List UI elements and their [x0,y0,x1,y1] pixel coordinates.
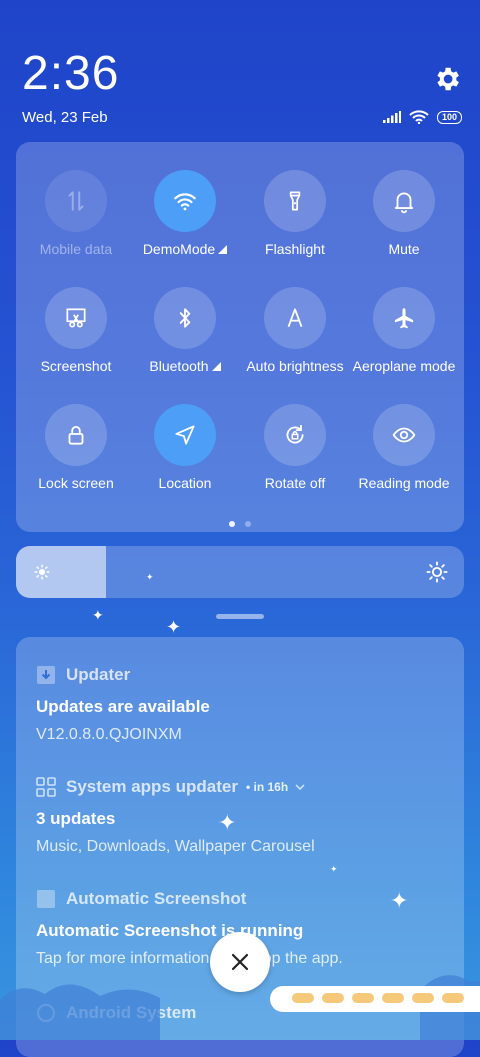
notification-header: Automatic Screenshot [36,889,446,909]
tile-label: Rotate off [264,475,326,491]
wifi-icon [174,193,196,211]
tile-label: Flashlight [265,241,325,257]
mobile-data-icon [68,191,84,211]
clock-date[interactable]: Wed, 23 Feb [22,109,108,126]
app-icon [37,890,55,908]
train-window [412,993,434,1003]
notification-title: Updates are available [36,697,210,716]
brightness-fill [16,546,106,598]
notification-updater[interactable]: Updater Updates are available V12.0.8.0.QJ… [36,665,446,744]
app-name: Updater [66,665,131,684]
brightness-slider[interactable] [16,546,464,598]
tile-label: DemoMode [142,241,216,257]
tile-label: Mobile data [39,241,113,257]
tile-label: Reading mode [358,475,450,491]
notification-header: Updater [36,665,446,685]
clock-time[interactable]: 2:36 [22,48,119,100]
tile-button[interactable] [264,170,326,232]
tile-button[interactable] [373,287,435,349]
sparkle-star: ✦ [146,572,154,582]
notification-body: V12.0.8.0.QJOINXM [36,726,182,743]
bluetooth-icon [179,308,191,328]
app-name: Automatic Screenshot [66,889,247,908]
tile-label: Mute [388,241,420,257]
tile-button[interactable] [154,170,216,232]
train-window [352,993,374,1003]
battery-indicator: 100 [436,110,462,124]
tile-button[interactable] [45,287,107,349]
chevron-down-icon[interactable] [294,782,306,792]
auto-brightness-icon [287,308,303,327]
lock-icon [68,425,84,445]
sparkle-star: ✦ [166,617,182,637]
tile-bluetooth[interactable]: Bluetooth [130,287,240,376]
tile-button[interactable] [45,170,107,232]
tile-label: Lock screen [38,475,114,491]
tile-button[interactable] [154,404,216,466]
expand-caret-icon[interactable] [218,245,228,255]
rotate-lock-icon [286,424,304,444]
notification-system-apps-updater[interactable]: System apps updater • in 16h 3 updates Musi… [36,777,446,856]
tile-aeroplane-mode[interactable]: Aeroplane mode [349,287,459,374]
quick-settings-panel: Mobile data DemoMode Flashlight Mute Screens… [16,142,464,532]
tile-label: Auto brightness [246,358,344,374]
drag-handle[interactable] [216,614,264,619]
close-icon [231,953,249,971]
signal-icon [382,111,401,123]
status-icons: 100 [382,110,462,124]
tile-button[interactable] [373,170,435,232]
airplane-icon [394,308,414,329]
tile-label-row: Bluetooth [130,358,240,376]
wifi-status-icon [409,110,429,124]
tile-mute[interactable]: Mute [349,170,459,257]
brightness-high-icon [426,561,448,583]
app-name: System apps updater [66,777,238,796]
location-icon [175,425,195,445]
train-window [292,993,314,1003]
app-icon [36,777,56,797]
page-dot-1 [229,521,235,527]
close-button[interactable] [210,932,270,992]
train-window [322,993,344,1003]
page-indicator [16,521,464,527]
tile-location[interactable]: Location [130,404,240,491]
eye-icon [392,427,416,443]
app-icon [37,666,55,684]
screenshot-icon [66,308,86,328]
train-window [382,993,404,1003]
tile-label: Screenshot [40,358,112,374]
brightness-low-icon [34,564,50,580]
tile-button[interactable] [264,287,326,349]
notification-title: 3 updates [36,809,116,828]
tile-reading-mode[interactable]: Reading mode [349,404,459,491]
settings-gear-icon[interactable] [432,64,462,94]
flashlight-icon [289,191,301,211]
tile-lock-screen[interactable]: Lock screen [21,404,131,491]
notification-header: System apps updater • in 16h [36,777,446,797]
tile-mobile-data[interactable]: Mobile data [21,170,131,257]
sparkle-star: ✦ [92,607,104,623]
tile-demomode[interactable]: DemoMode [130,170,240,259]
tile-label: Aeroplane mode [352,358,456,374]
notification-body: Music, Downloads, Wallpaper Carousel [36,838,315,855]
train-decoration [270,986,480,1012]
tile-label: Bluetooth [149,358,209,374]
tile-button[interactable] [154,287,216,349]
tile-button[interactable] [264,404,326,466]
expand-caret-icon[interactable] [211,362,221,372]
tile-label: Location [158,475,212,491]
tile-rotate-off[interactable]: Rotate off [240,404,350,491]
notification-time: • in 16h [245,780,289,794]
train-window [442,993,464,1003]
tile-auto-brightness[interactable]: Auto brightness [240,287,350,374]
tile-screenshot[interactable]: Screenshot [21,287,131,374]
bell-icon [394,192,414,214]
page-dot-2 [245,521,251,527]
tile-button[interactable] [373,404,435,466]
tile-flashlight[interactable]: Flashlight [240,170,350,257]
tile-button[interactable] [45,404,107,466]
tile-label-row: DemoMode [130,241,240,259]
